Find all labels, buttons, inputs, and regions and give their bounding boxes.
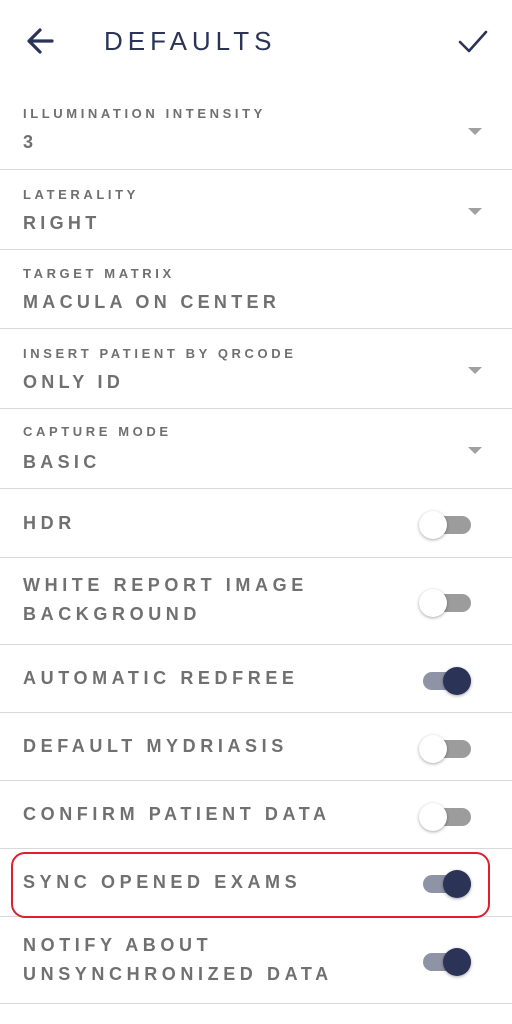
app-header: DEFAULTS [0,0,512,82]
confirm-button[interactable] [456,24,490,58]
toggle-label: NOTIFY ABOUT UNSYNCHRONIZED DATA [23,935,333,984]
switch-thumb [419,589,447,617]
switch-thumb [419,803,447,831]
arrow-left-icon [27,28,54,54]
switch-thumb [443,870,471,898]
caret-down-icon [468,367,482,374]
switch-thumb [419,511,447,539]
toggle-label: AUTOMATIC REDFREE [23,668,299,688]
notify-unsynchronized-switch[interactable] [419,944,475,976]
sync-opened-exams-switch[interactable] [419,866,475,898]
toggle-label: WHITE REPORT IMAGE BACKGROUND [23,575,308,624]
check-icon [458,30,488,53]
select-laterality[interactable]: LATERALITY RIGHT [0,170,512,250]
select-label: LATERALITY [23,187,139,202]
toggle-row-sync-opened-exams: SYNC OPENED EXAMS [0,849,512,917]
toggle-row-white-report-image-background: WHITE REPORT IMAGE BACKGROUND [0,558,512,645]
select-illumination-intensity[interactable]: ILLUMINATION INTENSITY 3 [0,90,512,170]
caret-down-icon [468,447,482,454]
select-value: 3 [23,132,38,152]
select-value: ONLY ID [23,372,125,392]
select-label: CAPTURE MODE [23,424,172,439]
toggle-row-notify-unsynchronized-data: NOTIFY ABOUT UNSYNCHRONIZED DATA [0,917,512,1004]
switch-thumb [443,667,471,695]
select-capture-mode[interactable]: CAPTURE MODE BASIC [0,409,512,489]
toggle-row-default-mydriasis: DEFAULT MYDRIASIS [0,713,512,781]
select-insert-patient-by-qrcode[interactable]: INSERT PATIENT BY QRCODE ONLY ID [0,329,512,409]
select-value: RIGHT [23,213,101,233]
toggle-label: SYNC OPENED EXAMS [23,872,302,892]
toggle-label: CONFIRM PATIENT DATA [23,804,331,824]
select-label: TARGET MATRIX [23,266,175,281]
automatic-redfree-switch[interactable] [419,663,475,695]
switch-thumb [443,948,471,976]
hdr-switch[interactable] [419,507,475,539]
white-report-background-switch[interactable] [419,585,475,617]
caret-down-icon [468,208,482,215]
switch-thumb [419,735,447,763]
page-title: DEFAULTS [104,26,277,56]
toggle-row-automatic-redfree: AUTOMATIC REDFREE [0,645,512,713]
toggle-label: HDR [23,513,76,533]
back-button[interactable] [24,24,58,58]
toggle-row-confirm-patient-data: CONFIRM PATIENT DATA [0,781,512,849]
confirm-patient-data-switch[interactable] [419,799,475,831]
toggle-label: DEFAULT MYDRIASIS [23,736,288,756]
default-mydriasis-switch[interactable] [419,731,475,763]
caret-down-icon [468,128,482,135]
select-value: MACULA ON CENTER [23,292,281,312]
select-label: ILLUMINATION INTENSITY [23,106,266,121]
select-value: BASIC [23,452,101,472]
select-target-matrix[interactable]: TARGET MATRIX MACULA ON CENTER [0,250,512,329]
toggle-row-hdr: HDR [0,489,512,558]
select-label: INSERT PATIENT BY QRCODE [23,346,297,361]
